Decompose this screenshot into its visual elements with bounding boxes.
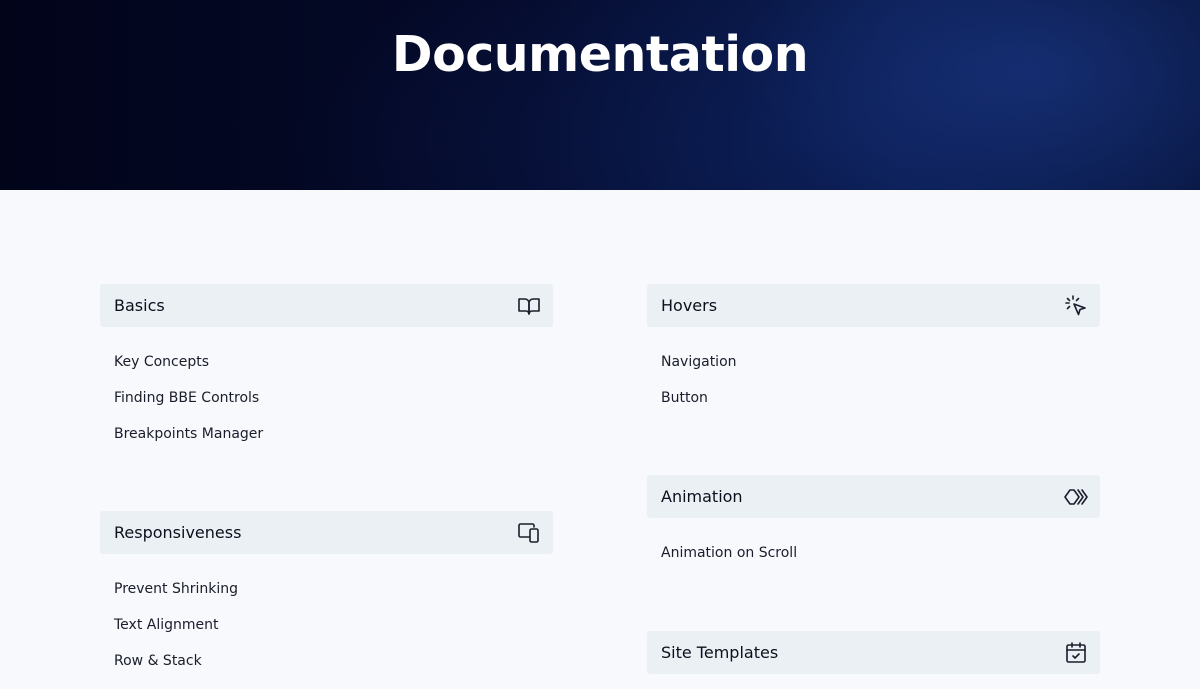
section-header-hovers: Hovers xyxy=(647,284,1100,327)
links-animation: Animation on Scroll xyxy=(647,518,1100,574)
section-header-site-templates: Site Templates xyxy=(647,631,1100,674)
list-item: Button xyxy=(661,383,1100,419)
section-header-basics: Basics xyxy=(100,284,553,327)
link-animation-on-scroll[interactable]: Animation on Scroll xyxy=(661,545,797,561)
link-prevent-shrinking[interactable]: Prevent Shrinking xyxy=(114,581,238,597)
link-row-and-stack[interactable]: Row & Stack xyxy=(114,653,202,669)
list-item: Breakpoints Manager xyxy=(114,419,553,455)
list-item: Prevent Shrinking xyxy=(114,574,553,610)
list-item: Key Concepts xyxy=(114,347,553,383)
links-basics: Key Concepts Finding BBE Controls Breakp… xyxy=(100,327,553,455)
link-finding-bbe-controls[interactable]: Finding BBE Controls xyxy=(114,390,259,406)
section-hovers: Hovers Navigation Button xyxy=(647,284,1100,419)
link-breakpoints-manager[interactable]: Breakpoints Manager xyxy=(114,426,263,442)
section-title-site-templates: Site Templates xyxy=(661,643,779,662)
list-item: Row & Stack xyxy=(114,646,553,682)
list-item: Animation on Scroll xyxy=(661,538,1100,574)
link-text-alignment[interactable]: Text Alignment xyxy=(114,617,219,633)
list-item: Text Alignment xyxy=(114,610,553,646)
book-icon xyxy=(517,294,541,318)
list-item: Finding BBE Controls xyxy=(114,383,553,419)
list-item: Navigation xyxy=(661,347,1100,383)
link-navigation[interactable]: Navigation xyxy=(661,354,737,370)
hero-banner: Documentation xyxy=(0,0,1200,190)
section-title-basics: Basics xyxy=(114,296,165,315)
section-site-templates: Site Templates xyxy=(647,631,1100,674)
link-key-concepts[interactable]: Key Concepts xyxy=(114,354,209,370)
section-basics: Basics Key Concepts Finding BBE Controls… xyxy=(100,284,553,455)
link-button[interactable]: Button xyxy=(661,390,708,406)
page-title: Documentation xyxy=(391,26,809,83)
section-title-animation: Animation xyxy=(661,487,743,506)
links-responsiveness: Prevent Shrinking Text Alignment Row & S… xyxy=(100,554,553,682)
calendar-check-icon xyxy=(1064,641,1088,665)
chevrons-animation-icon xyxy=(1064,485,1088,509)
section-title-hovers: Hovers xyxy=(661,296,718,315)
cursor-click-icon xyxy=(1064,294,1088,318)
section-title-responsiveness: Responsiveness xyxy=(114,523,242,542)
devices-icon xyxy=(517,521,541,545)
section-animation: Animation Animation on Scroll xyxy=(647,475,1100,574)
section-header-animation: Animation xyxy=(647,475,1100,518)
links-hovers: Navigation Button xyxy=(647,327,1100,419)
section-responsiveness: Responsiveness Prevent Shrinking Text Al… xyxy=(100,511,553,682)
section-header-responsiveness: Responsiveness xyxy=(100,511,553,554)
